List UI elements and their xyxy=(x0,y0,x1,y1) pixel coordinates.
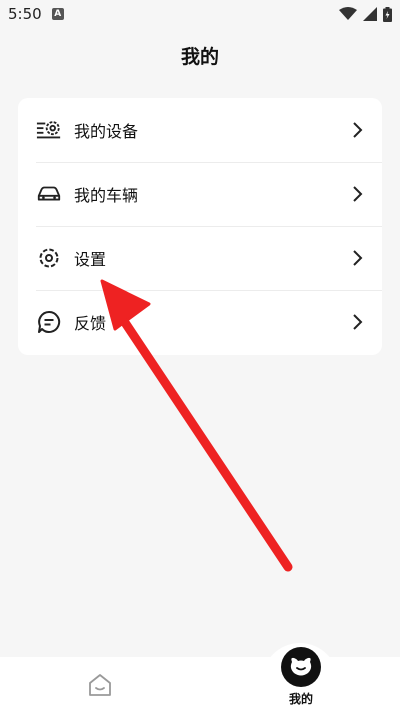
gear-icon xyxy=(36,245,62,271)
menu-card: 我的设备 我的车辆 设置 反馈 xyxy=(18,98,382,355)
wifi-icon xyxy=(339,7,357,20)
menu-item-settings[interactable]: 设置 xyxy=(18,226,382,290)
bottom-nav: 我的 xyxy=(0,643,400,711)
menu-item-label: 反馈 xyxy=(74,314,107,333)
chevron-right-icon xyxy=(353,250,363,266)
battery-icon xyxy=(383,6,392,22)
nav-profile-tab[interactable] xyxy=(281,647,321,687)
menu-item-my-vehicles[interactable]: 我的车辆 xyxy=(18,162,382,226)
profile-avatar-icon xyxy=(290,657,312,676)
status-time: 5:50 xyxy=(8,5,42,23)
status-right xyxy=(339,6,392,22)
chevron-right-icon xyxy=(353,122,363,138)
chevron-right-icon xyxy=(353,186,363,202)
feedback-icon xyxy=(36,309,62,335)
menu-item-my-devices[interactable]: 我的设备 xyxy=(18,98,382,162)
menu-item-feedback[interactable]: 反馈 xyxy=(18,290,382,354)
chevron-right-icon xyxy=(353,314,363,330)
status-bar: 5:50 A xyxy=(0,0,400,28)
menu-item-label: 我的车辆 xyxy=(74,186,139,205)
home-icon[interactable] xyxy=(86,671,114,699)
device-gear-icon xyxy=(36,117,62,143)
menu-item-label: 我的设备 xyxy=(74,122,139,141)
car-icon xyxy=(36,181,62,207)
nav-profile-label[interactable]: 我的 xyxy=(266,690,336,707)
menu-item-label: 设置 xyxy=(74,250,107,269)
signal-icon xyxy=(363,7,377,21)
status-left: 5:50 A xyxy=(8,5,64,23)
page-title: 我的 xyxy=(180,46,219,68)
notification-badge: A xyxy=(51,8,64,20)
